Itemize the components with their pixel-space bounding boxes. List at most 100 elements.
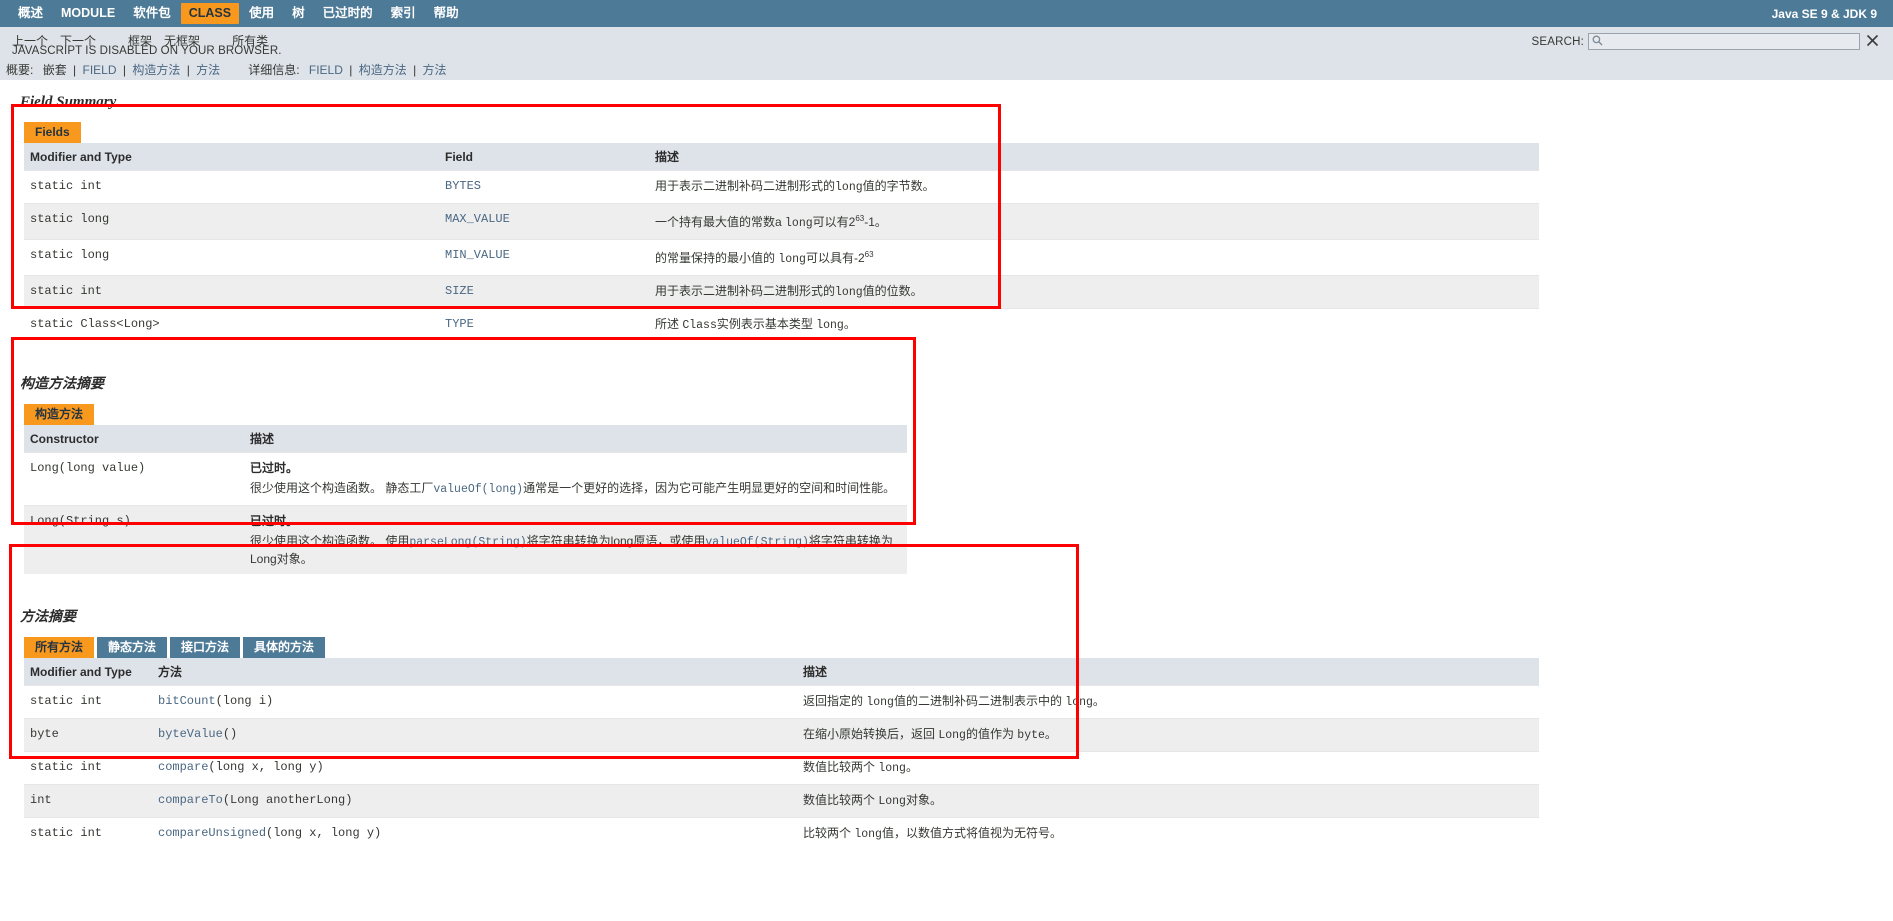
summary-link-nested[interactable]: 嵌套: [43, 63, 67, 77]
field-name-cell: BYTES: [439, 170, 649, 204]
detail-link-field[interactable]: FIELD: [309, 63, 343, 77]
table-row: Long(String s) 已过时。 很少使用这个构造函数。 使用parseL…: [24, 505, 907, 574]
method-header-modifier: Modifier and Type: [24, 658, 152, 686]
method-link[interactable]: bitCount: [158, 694, 216, 708]
search-input[interactable]: [1603, 34, 1833, 49]
table-row: static Class<Long> TYPE 所述 Class实例表示基本类型…: [24, 308, 1539, 341]
separator: |: [73, 62, 77, 77]
field-summary-title: Field Summary: [20, 94, 117, 110]
field-type: static int: [24, 170, 439, 204]
method-signature: compareTo(Long anotherLong): [152, 784, 797, 818]
method-signature: compare(long x, long y): [152, 751, 797, 785]
tab-fields[interactable]: Fields: [24, 122, 81, 143]
method-link[interactable]: compareUnsigned: [158, 826, 266, 840]
close-icon[interactable]: [1866, 34, 1879, 50]
table-header-row: Modifier and Type Field 描述: [24, 143, 1539, 171]
field-type: static long: [24, 239, 439, 276]
detail-link-method[interactable]: 方法: [423, 63, 447, 77]
sub-navigation-bar: 上一个 下一个 框架 无框架 所有类 JAVASCRIPT IS DISABLE…: [0, 27, 1893, 60]
summary-link-field[interactable]: FIELD: [83, 63, 117, 77]
field-description: 用于表示二进制补码二进制形式的long值的位数。: [649, 275, 1539, 309]
summary-detail-line: 概要: 嵌套 | FIELD | 构造方法 | 方法 详细信息: FIELD |…: [0, 60, 1893, 80]
tab-interface-methods[interactable]: 接口方法: [170, 637, 241, 658]
tab-all-methods[interactable]: 所有方法: [24, 637, 95, 658]
method-type: static int: [24, 817, 152, 850]
detail-group: 详细信息: FIELD | 构造方法 | 方法: [248, 61, 446, 78]
topnav-item-class[interactable]: CLASS: [180, 3, 240, 24]
table-row: static int BYTES 用于表示二进制补码二进制形式的long值的字节…: [24, 170, 1539, 204]
constructor-signature[interactable]: Long(long value): [24, 452, 244, 506]
constructor-summary-title: 构造方法摘要: [20, 375, 104, 391]
method-description: 返回指定的 long值的二进制补码二进制表示中的 long。: [797, 685, 1539, 719]
field-description: 所述 Class实例表示基本类型 long。: [649, 308, 1539, 341]
deprecated-label: 已过时。: [250, 514, 299, 528]
field-description: 用于表示二进制补码二进制形式的long值的字节数。: [649, 170, 1539, 204]
search-input-wrap[interactable]: [1588, 33, 1860, 50]
tab-constructors[interactable]: 构造方法: [24, 404, 95, 425]
search-label: SEARCH:: [1531, 35, 1584, 48]
summary-link-constructor[interactable]: 构造方法: [132, 63, 180, 77]
field-description: 的常量保持的最小值的 long可以具有-263: [649, 239, 1539, 276]
method-type: int: [24, 784, 152, 818]
topnav-item-help[interactable]: 帮助: [426, 3, 467, 24]
constructor-signature[interactable]: Long(String s): [24, 505, 244, 574]
topnav-item-use[interactable]: 使用: [241, 3, 282, 24]
field-name-cell: SIZE: [439, 275, 649, 309]
constructor-header-description: 描述: [244, 425, 907, 453]
topnav-item-tree[interactable]: 树: [284, 3, 313, 24]
field-name-cell: MAX_VALUE: [439, 203, 649, 240]
field-description: 一个持有最大值的常数a long可以有263-1。: [649, 203, 1539, 240]
field-link[interactable]: BYTES: [445, 179, 481, 193]
method-link[interactable]: compareTo: [158, 793, 223, 807]
field-link[interactable]: MAX_VALUE: [445, 212, 510, 226]
field-header-field: Field: [439, 143, 649, 171]
table-row: byte byteValue() 在缩小原始转换后，返回 Long的值作为 by…: [24, 718, 1539, 752]
method-link[interactable]: compare: [158, 760, 208, 774]
topnav-item-module[interactable]: MODULE: [53, 3, 123, 24]
field-name-cell: TYPE: [439, 308, 649, 341]
table-row: static long MIN_VALUE 的常量保持的最小值的 long可以具…: [24, 239, 1539, 276]
table-row: static long MAX_VALUE 一个持有最大值的常数a long可以…: [24, 203, 1539, 240]
table-row: static int SIZE 用于表示二进制补码二进制形式的long值的位数。: [24, 275, 1539, 309]
detail-link-constructor[interactable]: 构造方法: [359, 63, 407, 77]
separator: |: [186, 62, 190, 77]
summary-label: 概要:: [6, 62, 34, 77]
method-link[interactable]: valueOf(long): [433, 483, 523, 496]
topnav-item-deprecated[interactable]: 已过时的: [315, 3, 381, 24]
method-type: static int: [24, 751, 152, 785]
java-release-label: Java SE 9 & JDK 9: [1771, 6, 1877, 21]
top-navigation-bar: 概述 MODULE 软件包 CLASS 使用 树 已过时的 索引 帮助 Java…: [0, 0, 1893, 27]
topnav-item-index[interactable]: 索引: [383, 3, 424, 24]
field-link[interactable]: MIN_VALUE: [445, 248, 510, 262]
method-params: (): [222, 727, 238, 741]
method-link[interactable]: valueOf(String): [705, 536, 809, 549]
method-tab-row: 所有方法 静态方法 接口方法 具体的方法: [24, 636, 1893, 658]
method-description: 在缩小原始转换后，返回 Long的值作为 byte。: [797, 718, 1539, 752]
method-header-description: 描述: [797, 658, 1539, 686]
tab-static-methods[interactable]: 静态方法: [97, 637, 168, 658]
table-row: Long(long value) 已过时。 很少使用这个构造函数。 静态工厂va…: [24, 452, 907, 506]
method-link[interactable]: parseLong(String): [409, 536, 526, 549]
constructor-summary-block: 构造方法 Constructor 描述 Long(long value) 已过时…: [24, 403, 1893, 574]
table-header-row: Modifier and Type 方法 描述: [24, 658, 1539, 686]
method-type: static int: [24, 685, 152, 719]
field-link[interactable]: TYPE: [445, 317, 474, 331]
field-summary-table: Modifier and Type Field 描述 static int BY…: [24, 143, 1539, 341]
tab-concrete-methods[interactable]: 具体的方法: [243, 637, 326, 658]
field-type: static int: [24, 275, 439, 309]
method-summary-table: Modifier and Type 方法 描述 static int bitCo…: [24, 658, 1539, 850]
summary-link-method[interactable]: 方法: [196, 63, 220, 77]
method-link[interactable]: byteValue: [158, 727, 223, 741]
constructor-tab-row: 构造方法: [24, 403, 1893, 425]
deprecated-body: 很少使用这个构造函数。 使用parseLong(String)将字符串转换为lo…: [250, 534, 893, 566]
field-link[interactable]: SIZE: [445, 284, 474, 298]
topnav-item-package[interactable]: 软件包: [125, 3, 179, 24]
main-content: Field Summary Fields Modifier and Type F…: [0, 94, 1893, 850]
method-description: 数值比较两个 long。: [797, 751, 1539, 785]
detail-label: 详细信息:: [248, 62, 300, 77]
topnav-item-overview[interactable]: 概述: [10, 3, 51, 24]
field-name-cell: MIN_VALUE: [439, 239, 649, 276]
field-summary-block: Fields Modifier and Type Field 描述 static…: [24, 121, 1893, 341]
method-signature: byteValue(): [152, 718, 797, 752]
